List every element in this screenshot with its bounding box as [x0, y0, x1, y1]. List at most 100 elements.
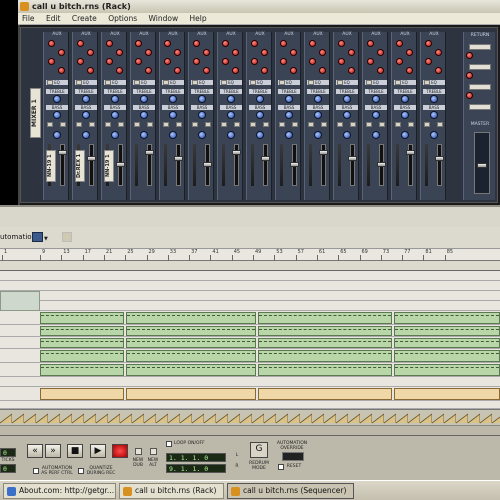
- sequencer-tracks[interactable]: [0, 271, 500, 409]
- eq-toggle-button[interactable]: [250, 80, 256, 85]
- return-level-knob[interactable]: [466, 52, 473, 59]
- channel-fader-cap[interactable]: [261, 156, 270, 161]
- channel-fader-cap[interactable]: [203, 162, 212, 167]
- channel-fader[interactable]: [263, 144, 268, 186]
- mute-button[interactable]: [163, 122, 169, 127]
- aux-send-knob[interactable]: [425, 58, 432, 65]
- aux-send-knob[interactable]: [251, 40, 258, 47]
- eq-toggle-button[interactable]: [76, 80, 82, 85]
- aux-send-knob[interactable]: [116, 67, 123, 74]
- bass-knob[interactable]: [198, 111, 206, 119]
- pan-knob[interactable]: [198, 131, 206, 139]
- record-button[interactable]: [112, 444, 128, 458]
- aux-send-knob[interactable]: [87, 49, 94, 56]
- bass-knob[interactable]: [343, 111, 351, 119]
- aux-send-knob[interactable]: [280, 58, 287, 65]
- treble-knob[interactable]: [140, 95, 148, 103]
- eq-toggle-button[interactable]: [337, 80, 343, 85]
- bass-knob[interactable]: [111, 111, 119, 119]
- aux-send-knob[interactable]: [261, 49, 268, 56]
- automation-lane[interactable]: [0, 409, 500, 425]
- note-clip[interactable]: [40, 326, 124, 336]
- mute-button[interactable]: [192, 122, 198, 127]
- aux-send-knob[interactable]: [425, 40, 432, 47]
- sequencer-track-lane[interactable]: [0, 401, 500, 409]
- master-fader[interactable]: [474, 132, 490, 194]
- mute-button[interactable]: [134, 122, 140, 127]
- eq-toggle-button[interactable]: [163, 80, 169, 85]
- pan-knob[interactable]: [169, 131, 177, 139]
- fast-forward-button[interactable]: »: [45, 444, 61, 458]
- taskbar-item-browser[interactable]: About.com: http://getgr...: [3, 483, 116, 499]
- aux-send-knob[interactable]: [396, 58, 403, 65]
- rewind-button[interactable]: «: [27, 444, 43, 458]
- treble-knob[interactable]: [53, 95, 61, 103]
- aux-send-knob[interactable]: [348, 67, 355, 74]
- aux-send-knob[interactable]: [135, 40, 142, 47]
- mute-button[interactable]: [308, 122, 314, 127]
- solo-button[interactable]: [60, 122, 66, 127]
- pan-knob[interactable]: [227, 131, 235, 139]
- aux-send-knob[interactable]: [435, 67, 442, 74]
- menu-create[interactable]: Create: [72, 14, 97, 23]
- solo-button[interactable]: [118, 122, 124, 127]
- solo-button[interactable]: [176, 122, 182, 127]
- aux-send-knob[interactable]: [232, 67, 239, 74]
- mute-button[interactable]: [47, 122, 53, 127]
- aux-send-knob[interactable]: [377, 67, 384, 74]
- aux-send-knob[interactable]: [77, 40, 84, 47]
- menu-edit[interactable]: Edit: [46, 14, 61, 23]
- treble-knob[interactable]: [227, 95, 235, 103]
- left-locator-display[interactable]: 1. 1. 1. 0: [166, 453, 226, 462]
- aux-send-knob[interactable]: [77, 58, 84, 65]
- aux-send-knob[interactable]: [106, 40, 113, 47]
- note-clip[interactable]: [394, 338, 500, 348]
- horizontal-scrollbar[interactable]: [0, 425, 500, 435]
- pan-knob[interactable]: [343, 131, 351, 139]
- treble-knob[interactable]: [169, 95, 177, 103]
- bass-knob[interactable]: [285, 111, 293, 119]
- bass-knob[interactable]: [53, 111, 61, 119]
- treble-knob[interactable]: [256, 95, 264, 103]
- aux-send-knob[interactable]: [193, 40, 200, 47]
- aux-send-knob[interactable]: [193, 58, 200, 65]
- aux-send-knob[interactable]: [58, 49, 65, 56]
- pan-knob[interactable]: [53, 131, 61, 139]
- note-clip[interactable]: [126, 326, 256, 336]
- channel-fader[interactable]: [350, 144, 355, 186]
- sequencer-track-lane[interactable]: [0, 301, 500, 311]
- bass-knob[interactable]: [227, 111, 235, 119]
- return-level-knob[interactable]: [466, 72, 473, 79]
- channel-fader-cap[interactable]: [232, 150, 241, 155]
- stop-button[interactable]: ■: [67, 444, 83, 458]
- note-clip[interactable]: [258, 350, 392, 362]
- solo-button[interactable]: [292, 122, 298, 127]
- sequencer-track-lane[interactable]: [0, 291, 500, 301]
- channel-fader-cap[interactable]: [319, 150, 328, 155]
- eq-toggle-button[interactable]: [47, 80, 53, 85]
- aux-send-knob[interactable]: [396, 40, 403, 47]
- aux-send-knob[interactable]: [135, 58, 142, 65]
- aux-send-knob[interactable]: [145, 49, 152, 56]
- note-clip[interactable]: [394, 364, 500, 376]
- eq-toggle-button[interactable]: [192, 80, 198, 85]
- bass-knob[interactable]: [372, 111, 380, 119]
- menu-window[interactable]: Window: [149, 14, 179, 23]
- mute-button[interactable]: [395, 122, 401, 127]
- aux-send-knob[interactable]: [251, 58, 258, 65]
- eq-toggle-button[interactable]: [395, 80, 401, 85]
- ticks-display[interactable]: 0: [0, 464, 16, 473]
- eq-toggle-button[interactable]: [134, 80, 140, 85]
- eq-toggle-button[interactable]: [308, 80, 314, 85]
- automation-clip[interactable]: [394, 388, 500, 400]
- muted-clip[interactable]: [0, 291, 40, 311]
- return-level-knob[interactable]: [466, 92, 473, 99]
- bass-knob[interactable]: [140, 111, 148, 119]
- sequencer-ruler[interactable]: 1 9 13 17 21 25 29 33 37 41 45 49 53 57 61 65 69 73 77 81 85: [0, 249, 500, 261]
- bass-knob[interactable]: [430, 111, 438, 119]
- treble-knob[interactable]: [285, 95, 293, 103]
- channel-fader[interactable]: [89, 144, 94, 186]
- bass-knob[interactable]: [169, 111, 177, 119]
- note-clip[interactable]: [126, 312, 256, 324]
- automation-clip[interactable]: [40, 388, 124, 400]
